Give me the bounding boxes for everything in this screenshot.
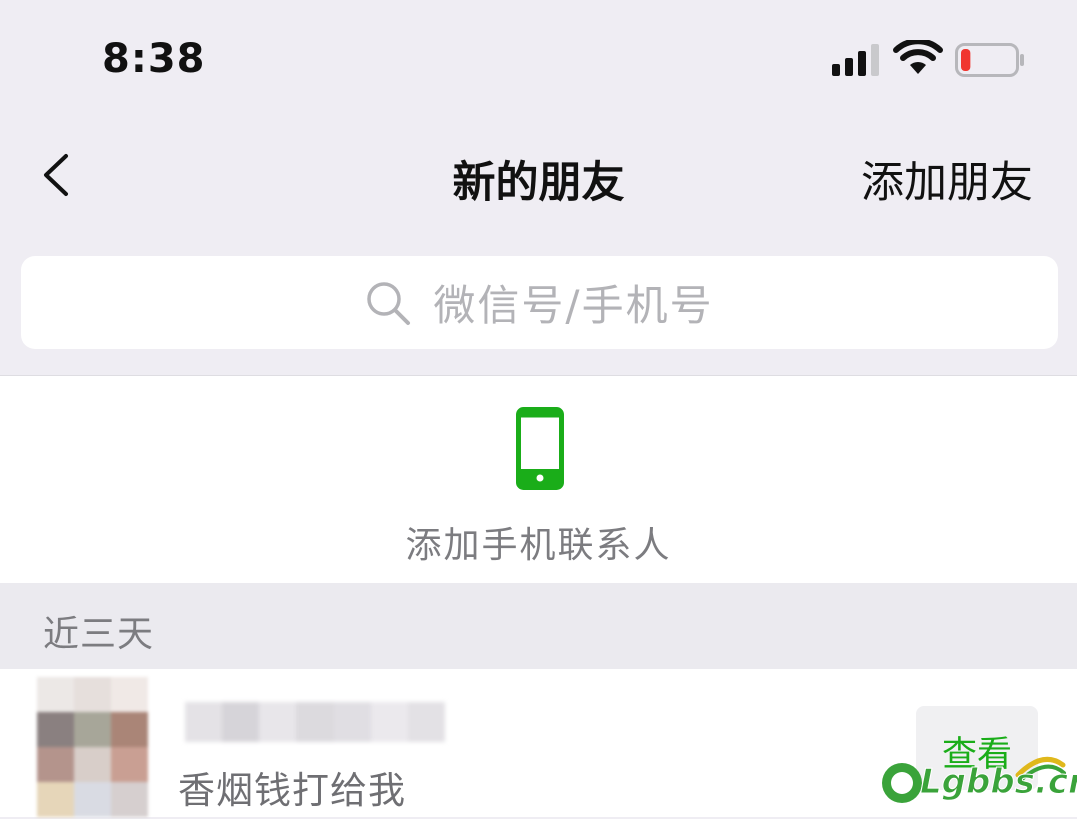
friend-message: 香烟钱打给我 xyxy=(178,769,406,812)
search-icon xyxy=(367,281,411,325)
add-friend-button[interactable]: 添加朋友 xyxy=(861,148,1033,210)
navigation-bar: 新的朋友 添加朋友 xyxy=(0,120,1077,230)
search-placeholder: 微信号/手机号 xyxy=(433,281,714,330)
status-time: 8:38 xyxy=(102,36,206,82)
section-title: 近三天 xyxy=(43,614,155,655)
watermark-text: Lgbbs.cn xyxy=(919,762,1077,803)
wifi-icon xyxy=(893,40,943,74)
search-input[interactable]: 微信号/手机号 xyxy=(21,256,1058,349)
cellular-signal-icon xyxy=(832,44,879,76)
section-header: 近三天 xyxy=(0,583,1077,669)
add-phone-contacts-label: 添加手机联系人 xyxy=(405,525,672,566)
add-phone-contacts-button[interactable]: 添加手机联系人 xyxy=(0,376,1077,583)
blurred-name xyxy=(185,702,445,742)
watermark-logo: Lgbbs.cn xyxy=(878,745,1077,815)
status-bar: 8:38 xyxy=(0,0,1077,110)
avatar xyxy=(37,677,148,817)
smartphone-icon xyxy=(516,407,564,490)
battery-low-icon xyxy=(955,43,1024,77)
